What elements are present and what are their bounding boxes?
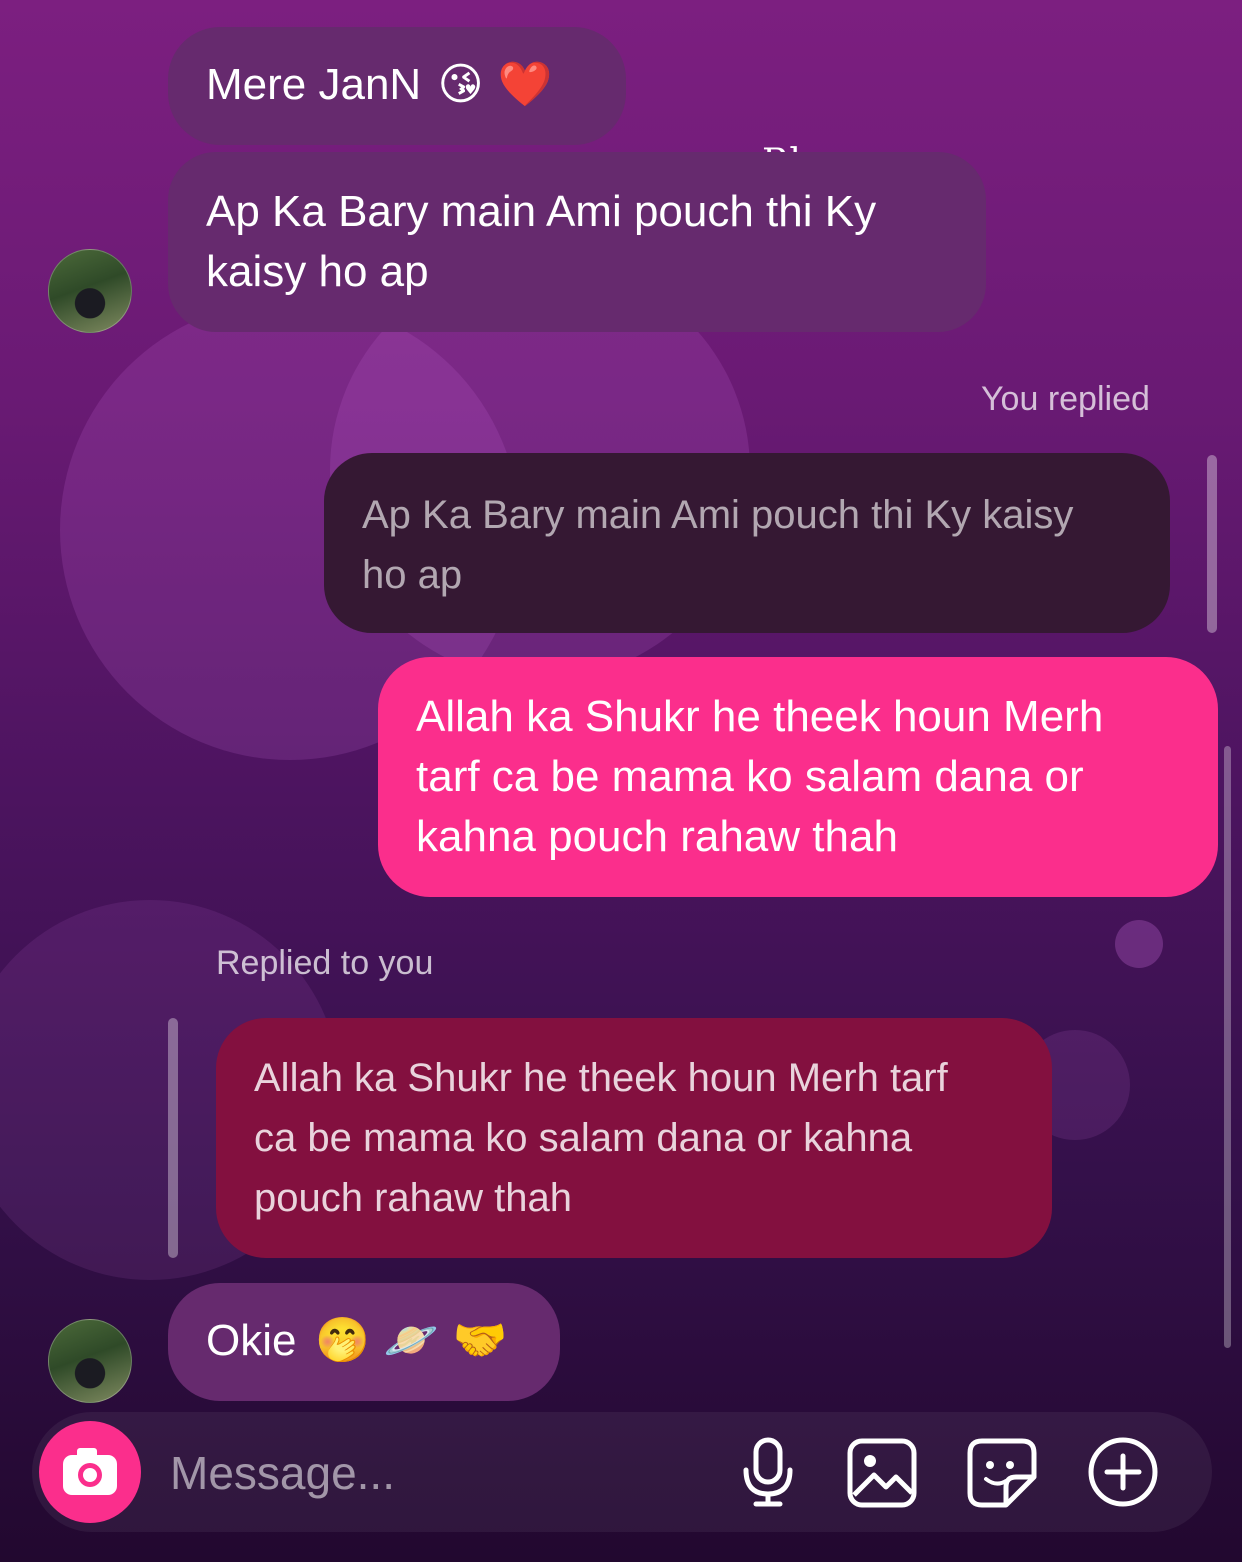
camera-icon xyxy=(63,1448,117,1495)
microphone-icon xyxy=(743,1437,793,1507)
reply-indicator-bar xyxy=(1207,455,1217,633)
reply-indicator-bar xyxy=(168,1018,178,1258)
you-replied-label: You replied xyxy=(981,380,1150,418)
message-text: Okie xyxy=(206,1316,297,1365)
add-button[interactable] xyxy=(1086,1435,1160,1509)
incoming-message-bubble[interactable]: Ap Ka Bary main Ami pouch thi Ky kaisy h… xyxy=(168,152,986,332)
quoted-message-text: Ap Ka Bary main Ami pouch thi Ky kaisy h… xyxy=(362,493,1074,597)
sticker-icon xyxy=(967,1438,1037,1508)
quoted-message-bubble[interactable]: Ap Ka Bary main Ami pouch thi Ky kaisy h… xyxy=(324,453,1170,633)
message-text: Mere JanN xyxy=(206,60,422,109)
message-text: Ap Ka Bary main Ami pouch thi Ky kaisy h… xyxy=(206,187,877,296)
message-input[interactable] xyxy=(168,1440,712,1506)
message-emojis: 🤭 🪐 🤝 xyxy=(314,1315,508,1366)
quoted-message-bubble[interactable]: Allah ka Shukr he theek houn Merh tarf c… xyxy=(216,1018,1052,1258)
microphone-button[interactable] xyxy=(736,1432,800,1512)
incoming-message-bubble[interactable]: Okie 🤭 🪐 🤝 xyxy=(168,1283,560,1401)
background-heart xyxy=(1115,920,1163,968)
sticker-button[interactable] xyxy=(966,1437,1038,1509)
add-icon xyxy=(1088,1437,1158,1507)
camera-button[interactable] xyxy=(39,1421,141,1523)
gallery-button[interactable] xyxy=(846,1437,918,1509)
gallery-icon xyxy=(847,1438,917,1508)
replied-to-you-label: Replied to you xyxy=(216,944,434,982)
incoming-message-bubble[interactable]: Mere JanN 😘 ❤️ xyxy=(168,27,626,145)
scrollbar[interactable] xyxy=(1224,746,1231,1348)
message-emojis: 😘 ❤️ xyxy=(437,59,553,110)
outgoing-message-bubble[interactable]: Allah ka Shukr he theek houn Merh tarf c… xyxy=(378,657,1218,897)
sender-avatar[interactable] xyxy=(48,249,132,333)
quoted-message-text: Allah ka Shukr he theek houn Merh tarf c… xyxy=(254,1056,948,1220)
sender-avatar[interactable] xyxy=(48,1319,132,1403)
message-text: Allah ka Shukr he theek houn Merh tarf c… xyxy=(416,692,1104,861)
